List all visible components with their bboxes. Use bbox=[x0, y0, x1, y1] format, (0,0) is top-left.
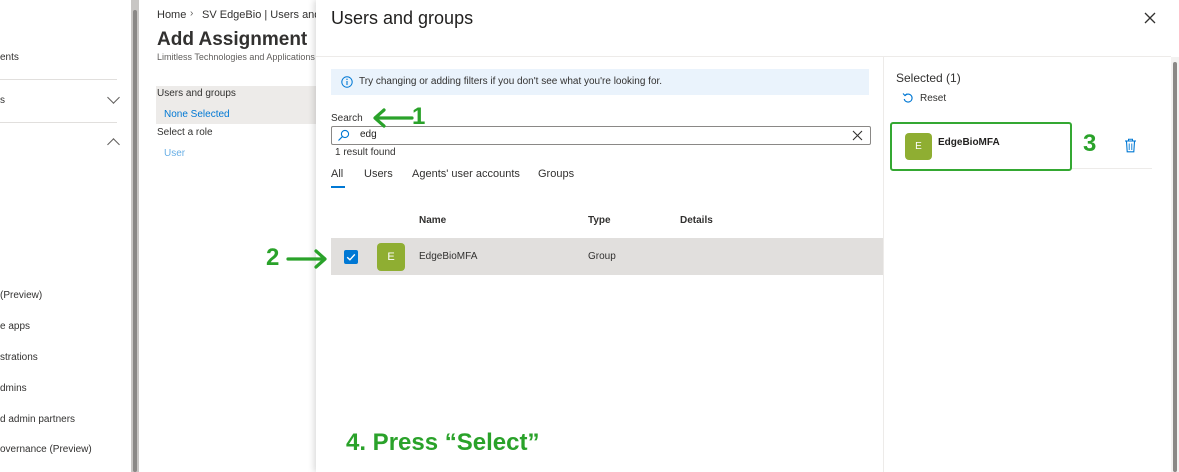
annotation-step-2: 2 bbox=[266, 244, 280, 271]
info-bar: Try changing or adding filters if you do… bbox=[331, 69, 869, 95]
annotation-arrow-right-icon bbox=[286, 249, 327, 269]
nav-divider bbox=[0, 122, 117, 123]
selected-title: Selected (1) bbox=[896, 71, 961, 85]
left-scrollbar-thumb[interactable] bbox=[133, 10, 137, 472]
breadcrumb-separator: › bbox=[190, 8, 194, 19]
nav-item[interactable]: dmins bbox=[0, 383, 27, 394]
tab-groups[interactable]: Groups bbox=[538, 168, 574, 180]
search-icon bbox=[338, 129, 350, 141]
active-tab-indicator bbox=[331, 186, 345, 188]
tab-agents-user-accounts[interactable]: Agents' user accounts bbox=[412, 168, 520, 180]
info-text: Try changing or adding filters if you do… bbox=[359, 76, 663, 87]
info-icon bbox=[341, 76, 353, 88]
close-icon[interactable] bbox=[1142, 10, 1158, 26]
breadcrumb-home[interactable]: Home bbox=[157, 9, 186, 21]
selected-item-name: EdgeBioMFA bbox=[938, 137, 1000, 148]
tab-users[interactable]: Users bbox=[364, 168, 393, 180]
chevron-up-icon[interactable] bbox=[107, 138, 120, 151]
annotation-step-3: 3 bbox=[1083, 130, 1097, 157]
nav-item[interactable]: s bbox=[0, 95, 5, 106]
nav-item[interactable]: (Preview) bbox=[0, 290, 42, 301]
tab-all[interactable]: All bbox=[331, 168, 343, 180]
breadcrumb-current[interactable]: SV EdgeBio | Users and g bbox=[202, 9, 330, 21]
clear-search-icon[interactable] bbox=[852, 130, 863, 141]
group-avatar: E bbox=[377, 243, 405, 271]
annotation-step-1: 1 bbox=[412, 103, 426, 130]
panel-scrollbar-thumb[interactable] bbox=[1173, 62, 1177, 472]
left-nav: ents s (Preview) e apps strations dmins … bbox=[0, 0, 131, 472]
result-count: 1 result found bbox=[335, 147, 396, 158]
nav-item[interactable]: overnance (Preview) bbox=[0, 444, 92, 455]
panel-divider bbox=[883, 57, 884, 472]
column-header-name[interactable]: Name bbox=[419, 215, 446, 226]
nav-item[interactable]: e apps bbox=[0, 321, 30, 332]
column-header-details[interactable]: Details bbox=[680, 215, 713, 226]
annotation-step-4: 4. Press “Select” bbox=[346, 429, 540, 456]
row-type: Group bbox=[588, 251, 616, 262]
role-label: Select a role bbox=[157, 127, 213, 138]
users-groups-panel: Users and groups Try changing or adding … bbox=[316, 0, 1179, 472]
row-name: EdgeBioMFA bbox=[419, 251, 478, 262]
reset-button[interactable]: Reset bbox=[920, 93, 946, 104]
reset-icon[interactable] bbox=[902, 92, 914, 104]
panel-title: Users and groups bbox=[331, 8, 474, 28]
add-assignment-blade: Home › SV EdgeBio | Users and g Add Assi… bbox=[139, 0, 330, 472]
row-checkbox[interactable] bbox=[344, 250, 358, 264]
nav-item[interactable]: ents bbox=[0, 52, 19, 63]
users-groups-value[interactable]: None Selected bbox=[164, 109, 230, 120]
annotation-arrow-left-icon bbox=[373, 108, 414, 128]
selected-avatar: E bbox=[905, 133, 932, 160]
nav-divider bbox=[0, 79, 117, 80]
search-label: Search bbox=[331, 113, 363, 124]
page-subtitle: Limitless Technologies and Applications bbox=[157, 52, 315, 62]
trash-icon[interactable] bbox=[1124, 138, 1137, 153]
selected-item: E EdgeBioMFA bbox=[890, 122, 1072, 171]
chevron-down-icon[interactable] bbox=[107, 91, 120, 104]
header-divider bbox=[316, 56, 1171, 57]
role-value[interactable]: User bbox=[164, 148, 185, 159]
nav-item[interactable]: d admin partners bbox=[0, 414, 75, 425]
page-title: Add Assignment bbox=[157, 29, 308, 50]
column-header-type[interactable]: Type bbox=[588, 215, 611, 226]
nav-item[interactable]: strations bbox=[0, 352, 38, 363]
checkmark-icon bbox=[346, 253, 356, 261]
users-groups-label: Users and groups bbox=[157, 88, 236, 99]
table-row[interactable]: E EdgeBioMFA Group bbox=[331, 238, 883, 275]
